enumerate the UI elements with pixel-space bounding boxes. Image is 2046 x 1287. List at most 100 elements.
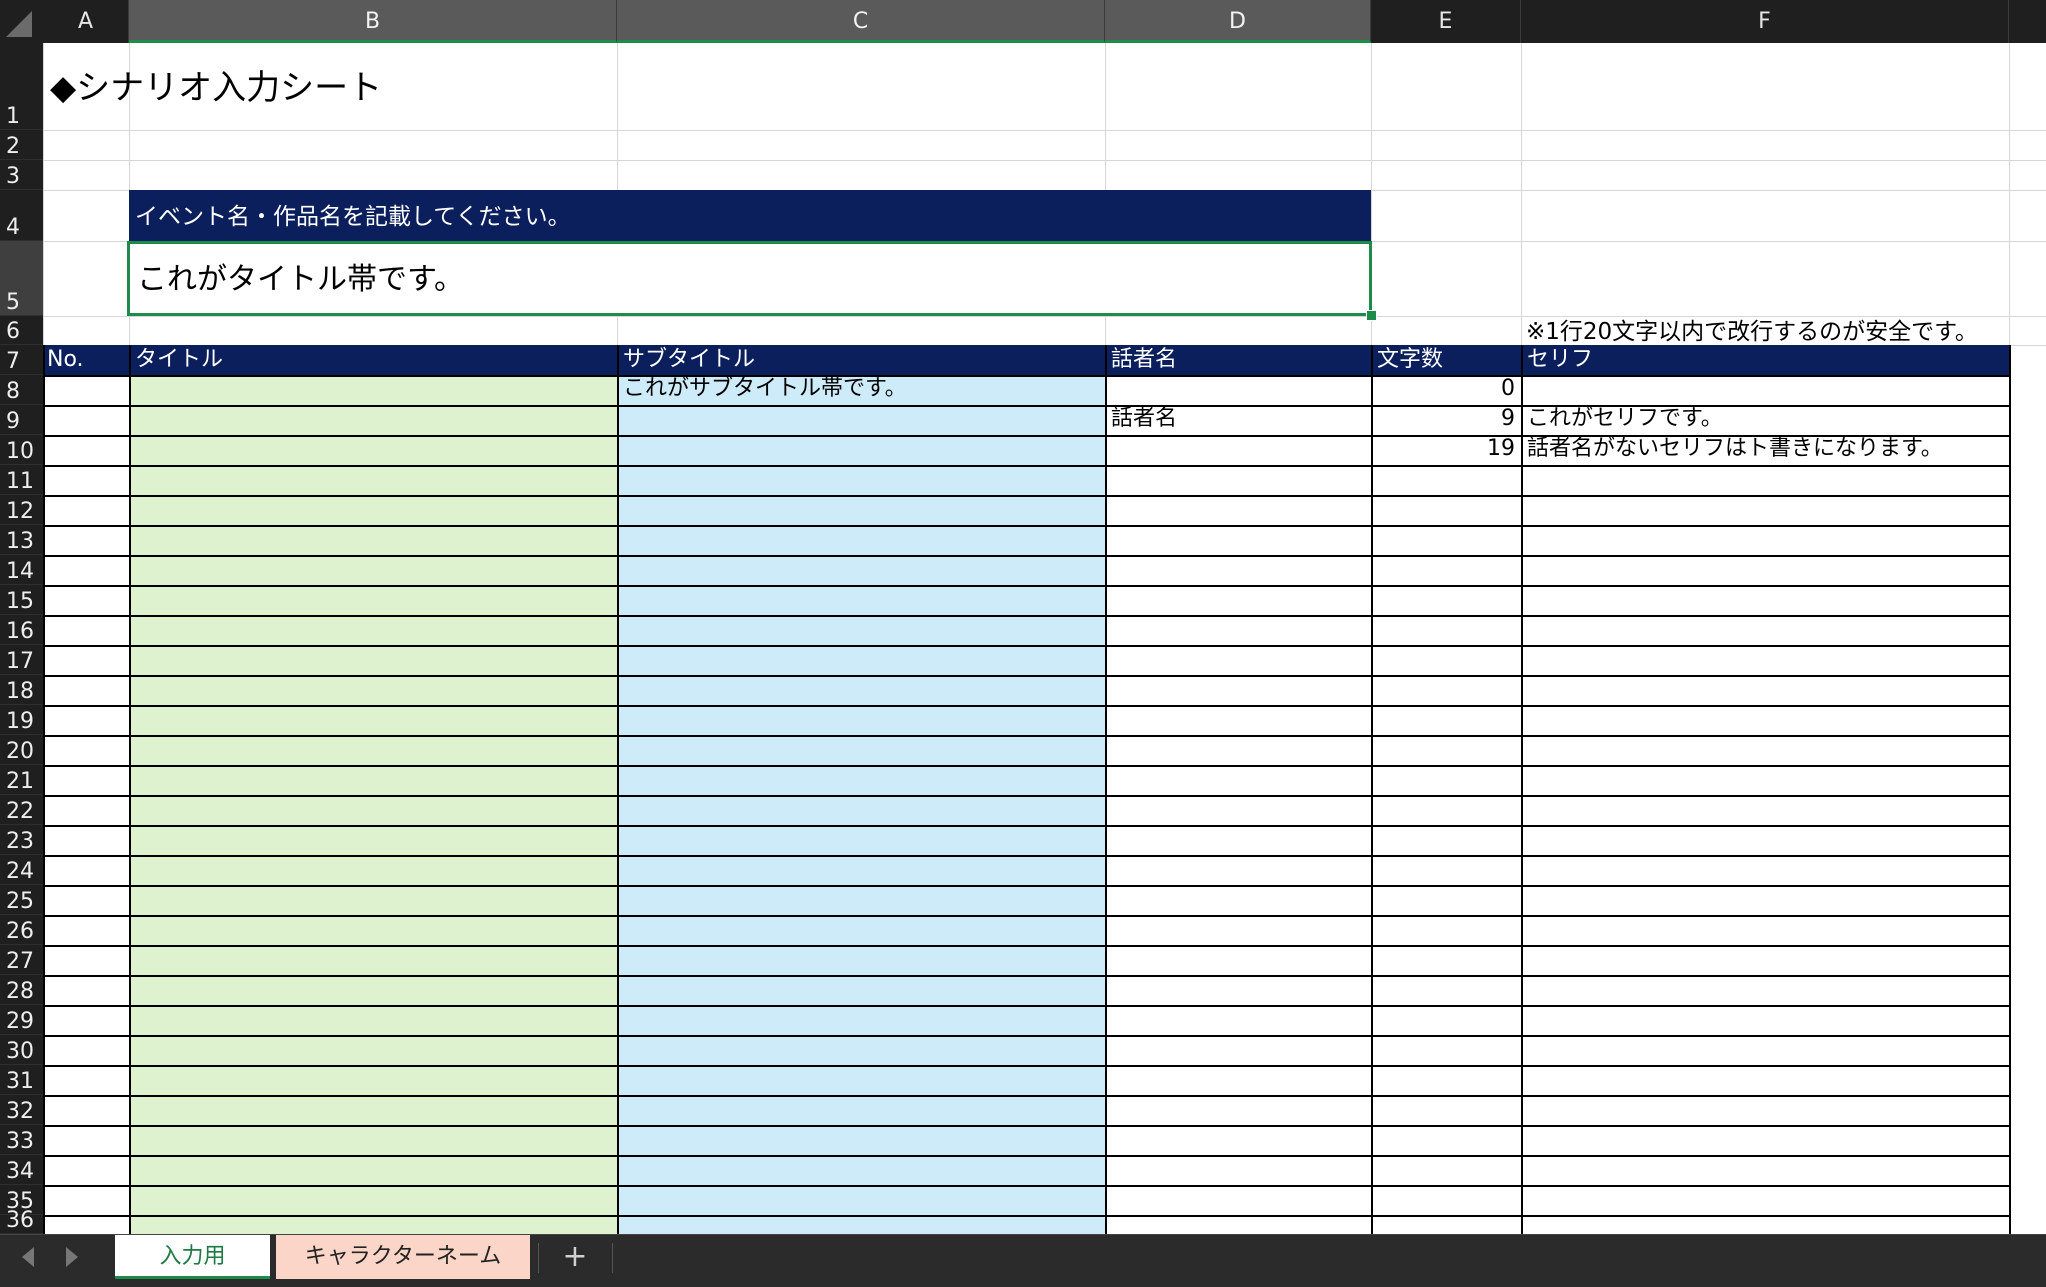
row-header-1[interactable]: 1 xyxy=(0,43,43,130)
table-column-border xyxy=(2009,345,2011,1234)
column-header-a[interactable]: A xyxy=(43,0,129,43)
table-column-border xyxy=(1105,345,1107,1234)
row-header-33[interactable]: 33 xyxy=(0,1125,43,1155)
row-header-22[interactable]: 22 xyxy=(0,795,43,825)
row-header-23[interactable]: 23 xyxy=(0,825,43,855)
row-header-9[interactable]: 9 xyxy=(0,405,43,435)
table-row-border xyxy=(43,735,2009,737)
column-header-c[interactable]: C xyxy=(617,0,1105,43)
fill-handle[interactable] xyxy=(1366,310,1377,321)
tab-scroll-left-icon[interactable] xyxy=(22,1247,34,1267)
row-header-10[interactable]: 10 xyxy=(0,435,43,465)
row-header-12[interactable]: 12 xyxy=(0,495,43,525)
table-column-border xyxy=(617,345,619,1234)
row-header-21[interactable]: 21 xyxy=(0,765,43,795)
select-all-icon xyxy=(6,11,32,37)
table-column-border xyxy=(1521,345,1523,1234)
row-header-14[interactable]: 14 xyxy=(0,555,43,585)
row-header-7[interactable]: 7 xyxy=(0,345,43,375)
row-header-19[interactable]: 19 xyxy=(0,705,43,735)
row-header-36[interactable]: 36 xyxy=(0,1210,43,1234)
title-column-fill[interactable] xyxy=(129,375,617,1234)
add-sheet-button[interactable]: + xyxy=(552,1235,598,1279)
row-header-8[interactable]: 8 xyxy=(0,375,43,405)
table-row-border xyxy=(43,945,2009,947)
row-header-11[interactable]: 11 xyxy=(0,465,43,495)
select-all-corner[interactable] xyxy=(0,0,44,43)
table-row-border xyxy=(43,1125,2009,1127)
row-header-34[interactable]: 34 xyxy=(0,1155,43,1185)
row-header-27[interactable]: 27 xyxy=(0,945,43,975)
table-row-border xyxy=(43,465,2009,467)
table-row-border xyxy=(43,825,2009,827)
speaker-cell[interactable]: 話者名 xyxy=(1111,406,1177,432)
table-header-row xyxy=(43,345,2009,375)
tab-separator xyxy=(612,1243,613,1273)
table-column-border xyxy=(43,345,45,1234)
sheet-tab-input[interactable]: 入力用 xyxy=(115,1235,270,1279)
row-header-2[interactable]: 2 xyxy=(0,130,43,160)
column-header-b[interactable]: B xyxy=(129,0,617,43)
row-header-24[interactable]: 24 xyxy=(0,855,43,885)
char-count-cell[interactable]: 0 xyxy=(1371,376,1515,402)
sheet-tab-character-name[interactable]: キャラクターネーム xyxy=(276,1235,530,1279)
header-no: No. xyxy=(47,347,84,372)
table-row-border xyxy=(43,495,2009,497)
column-header-e[interactable]: E xyxy=(1371,0,1521,43)
row-header-26[interactable]: 26 xyxy=(0,915,43,945)
line-cell[interactable]: 話者名がないセリフはト書きになります。 xyxy=(1527,436,1943,462)
line-cell[interactable]: これがセリフです。 xyxy=(1527,406,1723,432)
table-row-border xyxy=(43,555,2009,557)
row-header-15[interactable]: 15 xyxy=(0,585,43,615)
row-header-3[interactable]: 3 xyxy=(0,160,43,190)
grid-vline xyxy=(2009,43,2010,345)
table-row-border xyxy=(43,915,2009,917)
table-row-border xyxy=(43,1185,2009,1187)
row-header-4[interactable]: 4 xyxy=(0,190,43,241)
row-header-25[interactable]: 25 xyxy=(0,885,43,915)
grid-hline xyxy=(43,130,2046,131)
header-speaker: 話者名 xyxy=(1111,347,1178,372)
table-row-border xyxy=(43,885,2009,887)
row-header-5[interactable]: 5 xyxy=(0,241,43,316)
header-subtitle: サブタイトル xyxy=(623,347,756,372)
tab-scroll-right-icon[interactable] xyxy=(66,1247,78,1267)
row-header-17[interactable]: 17 xyxy=(0,645,43,675)
char-count-cell[interactable]: 19 xyxy=(1371,436,1515,462)
spreadsheet-grid[interactable]: A B C D E F 1 2 3 4 5 6 7 8 9 10 11 12 13 14 15 16 17 18 1… xyxy=(0,0,2046,1234)
title-band-text: これがタイトル帯です。 xyxy=(137,262,464,297)
table-row-border xyxy=(43,1215,2009,1217)
row-header-6[interactable]: 6 xyxy=(0,316,43,345)
table-row-border xyxy=(43,1065,2009,1067)
column-header-f[interactable]: F xyxy=(1521,0,2009,43)
row-header-28[interactable]: 28 xyxy=(0,975,43,1005)
table-column-border xyxy=(129,345,131,1234)
row-header-29[interactable]: 29 xyxy=(0,1005,43,1035)
table-row-border xyxy=(43,855,2009,857)
row-header-30[interactable]: 30 xyxy=(0,1035,43,1065)
table-row-border xyxy=(43,705,2009,707)
subtitle-cell[interactable]: これがサブタイトル帯です。 xyxy=(623,376,907,402)
table-row-border xyxy=(43,1005,2009,1007)
table-row-border xyxy=(43,1155,2009,1157)
row-header-13[interactable]: 13 xyxy=(0,525,43,555)
column-header-blank xyxy=(2009,0,2046,43)
header-title: タイトル xyxy=(135,347,224,372)
grid-hline xyxy=(43,160,2046,161)
table-row-border xyxy=(43,1035,2009,1037)
grid-vline xyxy=(43,43,44,345)
row-header-32[interactable]: 32 xyxy=(0,1095,43,1125)
table-row-border xyxy=(43,795,2009,797)
column-header-d[interactable]: D xyxy=(1105,0,1371,43)
header-char-count: 文字数 xyxy=(1377,347,1444,372)
table-row-border xyxy=(43,585,2009,587)
row-header-16[interactable]: 16 xyxy=(0,615,43,645)
sheet-tab-bar: 入力用 キャラクターネーム + xyxy=(0,1234,2046,1287)
row-header-31[interactable]: 31 xyxy=(0,1065,43,1095)
note-text: ※1行20文字以内で改行するのが安全です。 xyxy=(1526,319,1978,345)
header-line: セリフ xyxy=(1527,347,1594,372)
subtitle-column-fill[interactable] xyxy=(617,375,1105,1234)
row-header-20[interactable]: 20 xyxy=(0,735,43,765)
char-count-cell[interactable]: 9 xyxy=(1371,406,1515,432)
row-header-18[interactable]: 18 xyxy=(0,675,43,705)
